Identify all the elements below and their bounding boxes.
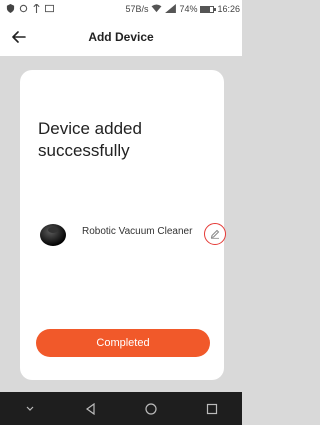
arrow-left-icon xyxy=(12,31,26,43)
nav-recents-button[interactable] xyxy=(192,392,232,425)
completed-button[interactable]: Completed xyxy=(36,329,210,357)
status-bar: 57B/s 74% 16:26 xyxy=(0,0,242,18)
cell-signal-icon xyxy=(165,3,177,15)
shield-icon xyxy=(6,3,15,15)
back-button[interactable] xyxy=(5,23,33,51)
home-circle-icon xyxy=(145,402,157,415)
nav-back-button[interactable] xyxy=(71,392,111,425)
wifi-icon xyxy=(19,4,28,15)
image-icon xyxy=(45,4,54,15)
back-triangle-icon xyxy=(85,402,95,415)
battery-icon xyxy=(200,5,217,13)
nav-home-button[interactable] xyxy=(131,392,171,425)
app-header: Add Device xyxy=(0,18,242,56)
vacuum-robot-icon xyxy=(40,224,66,246)
nav-hide-button[interactable] xyxy=(10,392,50,425)
system-nav-bar xyxy=(0,392,242,425)
network-speed: 57B/s xyxy=(125,4,149,14)
edit-name-button[interactable] xyxy=(204,223,226,245)
battery-percent: 74% xyxy=(179,4,198,14)
success-headline: Device added successfully xyxy=(38,119,142,160)
success-card: Device added successfully Robotic Vacuum… xyxy=(20,70,226,380)
pencil-icon xyxy=(210,229,220,239)
page-title: Add Device xyxy=(88,30,154,44)
wifi-signal-icon xyxy=(151,3,162,15)
clock: 16:26 xyxy=(217,4,240,14)
recents-square-icon xyxy=(206,403,217,414)
usb-icon xyxy=(32,2,41,15)
chevron-down-icon xyxy=(26,406,34,411)
device-name: Robotic Vacuum Cleaner xyxy=(82,226,193,237)
device-row: Robotic Vacuum Cleaner xyxy=(38,218,228,250)
